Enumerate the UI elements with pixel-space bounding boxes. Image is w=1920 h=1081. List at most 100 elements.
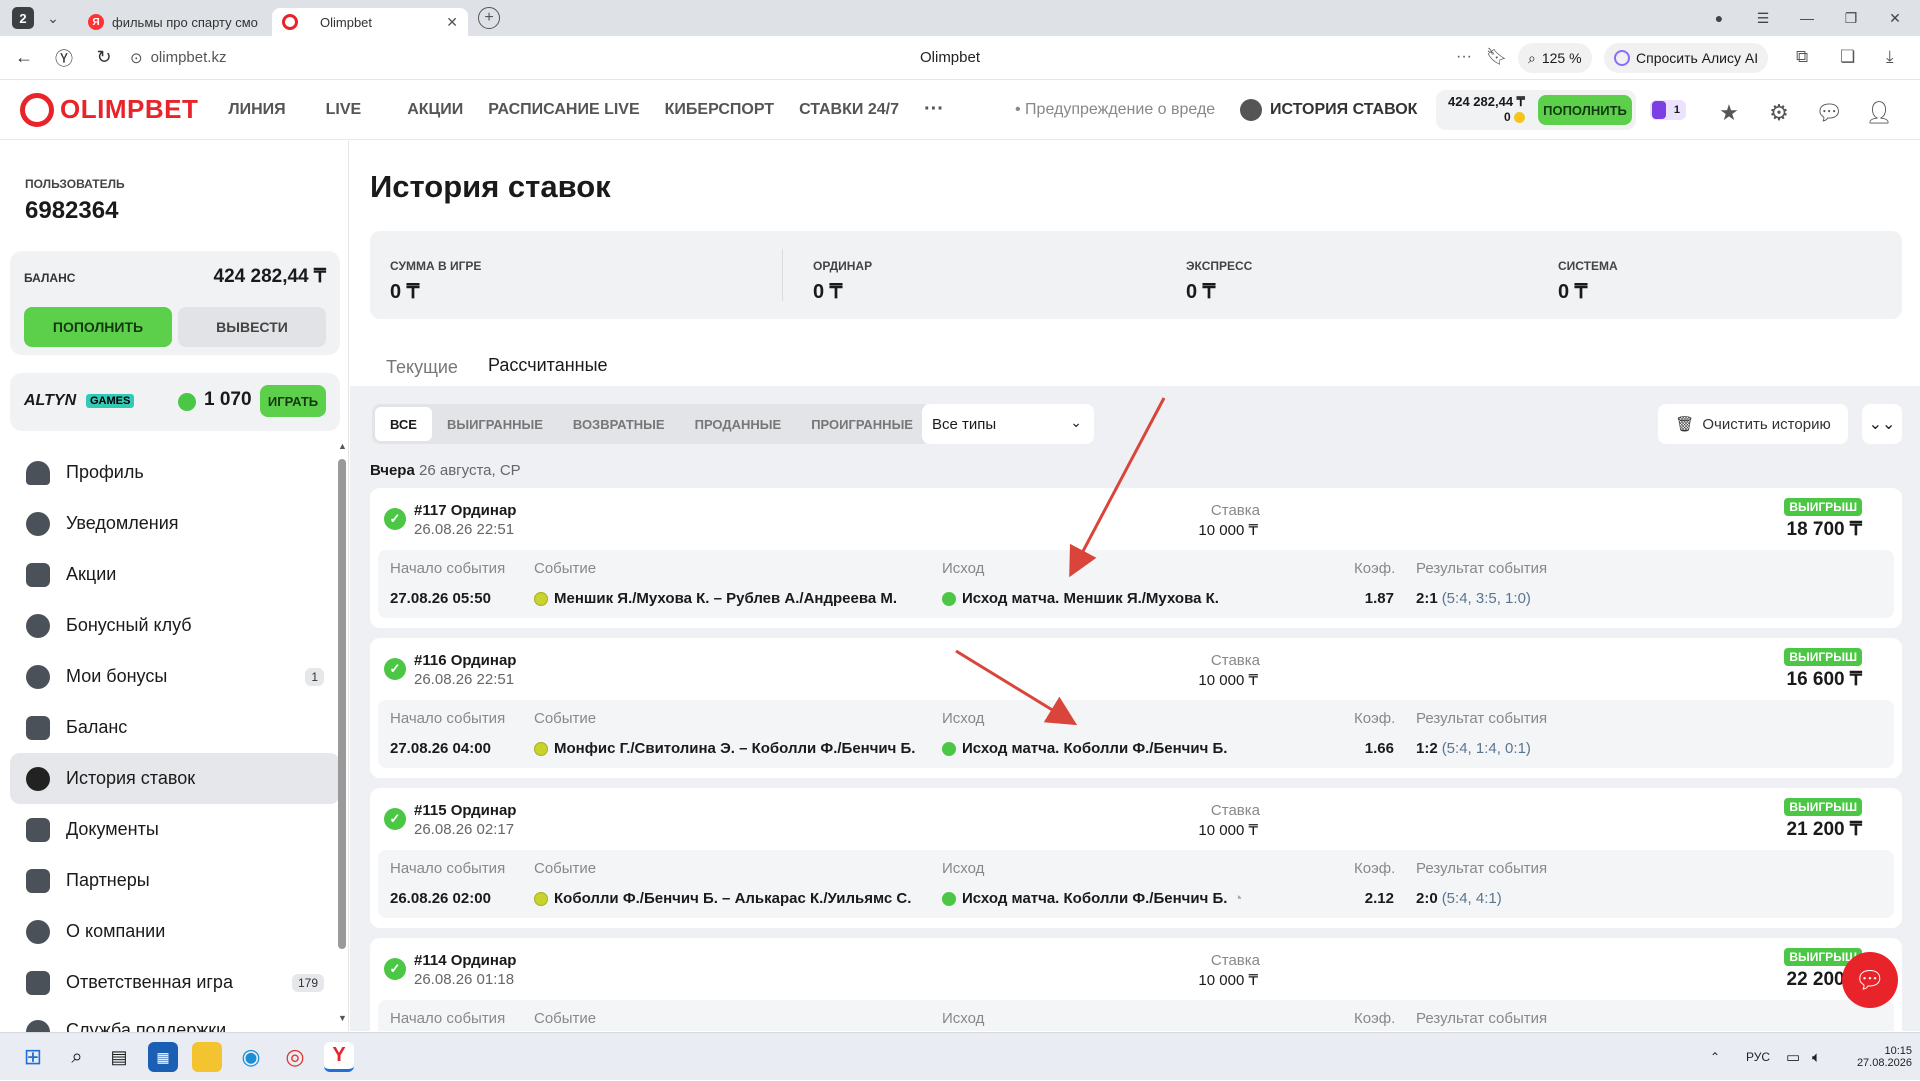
star-icon[interactable]: ★ (1713, 97, 1745, 129)
olimpbet-logo[interactable]: OLIMPBET (20, 92, 198, 127)
restore-icon[interactable]: ❐ (1828, 0, 1874, 36)
browser-tab-active[interactable]: Olimpbet ✕ (272, 8, 468, 36)
result-score: 2:1 (1416, 590, 1438, 607)
nav-bets-247[interactable]: СТАВКИ 24/7 (799, 101, 899, 119)
search-icon[interactable]: ⌕ (62, 1042, 92, 1072)
chevron-down-icon[interactable]: ⌄ (42, 7, 64, 29)
filter-won[interactable]: ВЫИГРАННЫЕ (432, 407, 558, 441)
nav-promos[interactable]: АКЦИИ (407, 101, 463, 119)
sidebar-scrollbar[interactable]: ▲ ▼ (338, 441, 347, 1023)
altyn-logo: ALTYN (24, 392, 77, 409)
outcome-text: Исход матча. Меншик Я./Мухова К. (962, 590, 1219, 607)
header-topup-button[interactable]: ПОПОЛНИТЬ (1538, 95, 1632, 125)
withdraw-button[interactable]: ВЫВЕСТИ (178, 307, 326, 347)
sidebar-item-promos[interactable]: Акции (10, 549, 340, 600)
sidebar-item-about[interactable]: О компании (10, 906, 340, 957)
sidebar-item-my-bonuses[interactable]: Мои бонусы 1 (10, 651, 340, 702)
harm-warning-link[interactable]: • Предупреждение о вреде (1015, 101, 1215, 119)
address-bar: ← Ⓨ ↻ ⊙ olimpbet.kz Olimpbet ··· 🔖︎ ⌕ 12… (0, 36, 1920, 80)
stake-label: Ставка (1210, 652, 1260, 669)
col-event-label: Событие (534, 710, 597, 727)
zoom-indicator[interactable]: ⌕ 125 % (1518, 43, 1592, 73)
clear-history-button[interactable]: 🗑︎ Очистить историю (1658, 404, 1848, 444)
nav-esports[interactable]: КИБЕРСПОРТ (665, 101, 774, 119)
profile-icon[interactable]: ● (1696, 0, 1742, 36)
user-icon[interactable]: 👤︎ (1863, 97, 1895, 129)
sidebar-item-bonus-club[interactable]: Бонусный клуб (10, 600, 340, 651)
info-clock-icon[interactable]: ◔ (1233, 890, 1242, 907)
filter-lost[interactable]: ПРОИГРАННЫЕ (796, 407, 928, 441)
store-icon[interactable]: ▦ (148, 1042, 178, 1072)
double-chevron-down-icon: ⌄⌄ (1868, 416, 1896, 433)
alice-button[interactable]: Спросить Алису AI (1604, 43, 1769, 73)
site-info-icon[interactable]: ⊙ (130, 49, 143, 67)
chat-icon[interactable]: 💬︎ (1813, 97, 1845, 129)
summary-label: ЭКСПРЕСС (1186, 259, 1253, 273)
stake-label: Ставка (1210, 502, 1260, 519)
scroll-down-icon[interactable]: ▼ (338, 1013, 347, 1023)
nav-line[interactable]: ЛИНИЯ (228, 101, 285, 119)
bet-card[interactable]: ✓ #115 Ординар 26.08.26 02:17 Ставка 10 … (370, 788, 1902, 928)
filter-all[interactable]: ВСЕ (375, 407, 432, 441)
tray-chevron-icon[interactable]: ⌃ (1710, 1033, 1720, 1081)
edge-icon[interactable]: ◉ (236, 1042, 266, 1072)
profile-icon (26, 460, 50, 485)
nav-live[interactable]: LIVE (326, 101, 362, 119)
yandex-browser-icon[interactable]: Y (324, 1042, 354, 1072)
chrome-icon[interactable]: ◎ (280, 1042, 310, 1072)
download-icon[interactable]: ⤓ (1886, 47, 1894, 67)
trash-icon: 🗑︎ (1675, 416, 1695, 433)
sidebar-item-bet-history[interactable]: История ставок (10, 753, 340, 804)
topup-button[interactable]: ПОПОЛНИТЬ (24, 307, 172, 347)
browser-tab-title: Olimpbet (320, 14, 373, 30)
bet-type-select[interactable]: Все типы ⌄ (922, 404, 1094, 444)
close-icon[interactable]: ✕ (446, 14, 458, 31)
event-name[interactable]: Монфис Г./Свитолина Э. – Коболли Ф./Бенч… (534, 740, 915, 757)
collections-icon[interactable]: ❏ (1840, 47, 1855, 67)
sidebar-item-documents[interactable]: Документы (10, 804, 340, 855)
filter-returned[interactable]: ВОЗВРАТНЫЕ (558, 407, 680, 441)
language-indicator[interactable]: РУС (1746, 1033, 1770, 1081)
sidebar-item-profile[interactable]: Профиль (10, 447, 340, 498)
gear-icon[interactable]: ⚙ (1763, 97, 1795, 129)
more-icon[interactable]: ··· (1456, 48, 1472, 66)
sidebar-item-balance[interactable]: Баланс (10, 702, 340, 753)
bookmark-icon[interactable]: 🔖︎ (1486, 47, 1508, 67)
browser-tab[interactable]: Я фильмы про спарту смот (78, 8, 268, 36)
bet-card[interactable]: ✓ #117 Ординар 26.08.26 22:51 Ставка 10 … (370, 488, 1902, 628)
extensions-icon[interactable]: ⧉ (1796, 47, 1808, 67)
menu-icon[interactable]: ☰ (1740, 0, 1786, 36)
nav-live-schedule[interactable]: РАСПИСАНИЕ LIVE (488, 101, 639, 119)
bet-card[interactable]: ✓ #114 Ординар 26.08.26 01:18 Ставка 10 … (370, 938, 1902, 1031)
promo-counter[interactable]: 1 (1650, 100, 1686, 120)
close-window-icon[interactable]: ✕ (1872, 0, 1918, 36)
event-name[interactable]: Меншик Я./Мухова К. – Рублев А./Андреева… (534, 590, 897, 607)
sidebar-scroll-thumb[interactable] (338, 459, 346, 949)
scroll-up-icon[interactable]: ▲ (338, 441, 347, 451)
sidebar-item-responsible-gaming[interactable]: Ответственная игра 179 (10, 957, 340, 1008)
filter-sold[interactable]: ПРОДАННЫЕ (680, 407, 797, 441)
sidebar-item-partners[interactable]: Партнеры (10, 855, 340, 906)
reload-icon[interactable]: ↻ (84, 36, 124, 80)
yandex-icon[interactable]: Ⓨ (44, 36, 84, 80)
play-button[interactable]: ИГРАТЬ (260, 385, 326, 417)
event-name[interactable]: Коболли Ф./Бенчич Б. – Алькарас К./Уилья… (534, 890, 911, 907)
bet-history-link[interactable]: ИСТОРИЯ СТАВОК (1240, 98, 1417, 121)
bet-card[interactable]: ✓ #116 Ординар 26.08.26 22:51 Ставка 10 … (370, 638, 1902, 778)
url-field[interactable]: ⊙ olimpbet.kz (130, 49, 226, 67)
sidebar-item-notifications[interactable]: Уведомления (10, 498, 340, 549)
tab-count-badge[interactable]: 2 (12, 7, 34, 29)
volume-icon[interactable]: 🔈︎ (1812, 1033, 1821, 1081)
support-chat-button[interactable]: 💬︎ (1842, 952, 1898, 1008)
collapse-all-button[interactable]: ⌄⌄ (1862, 404, 1902, 444)
folder-icon[interactable] (192, 1042, 222, 1072)
minimize-icon[interactable]: — (1784, 0, 1830, 36)
back-icon[interactable]: ← (4, 36, 44, 80)
task-view-icon[interactable]: ▤ (104, 1042, 134, 1072)
coef-value: 1.87 (1364, 590, 1394, 607)
new-tab-button[interactable]: + (478, 7, 500, 29)
nav-more[interactable]: ··· (924, 98, 944, 121)
network-icon[interactable]: ▭ (1786, 1033, 1800, 1081)
windows-start-icon[interactable]: ⊞ (18, 1042, 48, 1072)
clock[interactable]: 10:15 27.08.2026 (1857, 1033, 1912, 1081)
